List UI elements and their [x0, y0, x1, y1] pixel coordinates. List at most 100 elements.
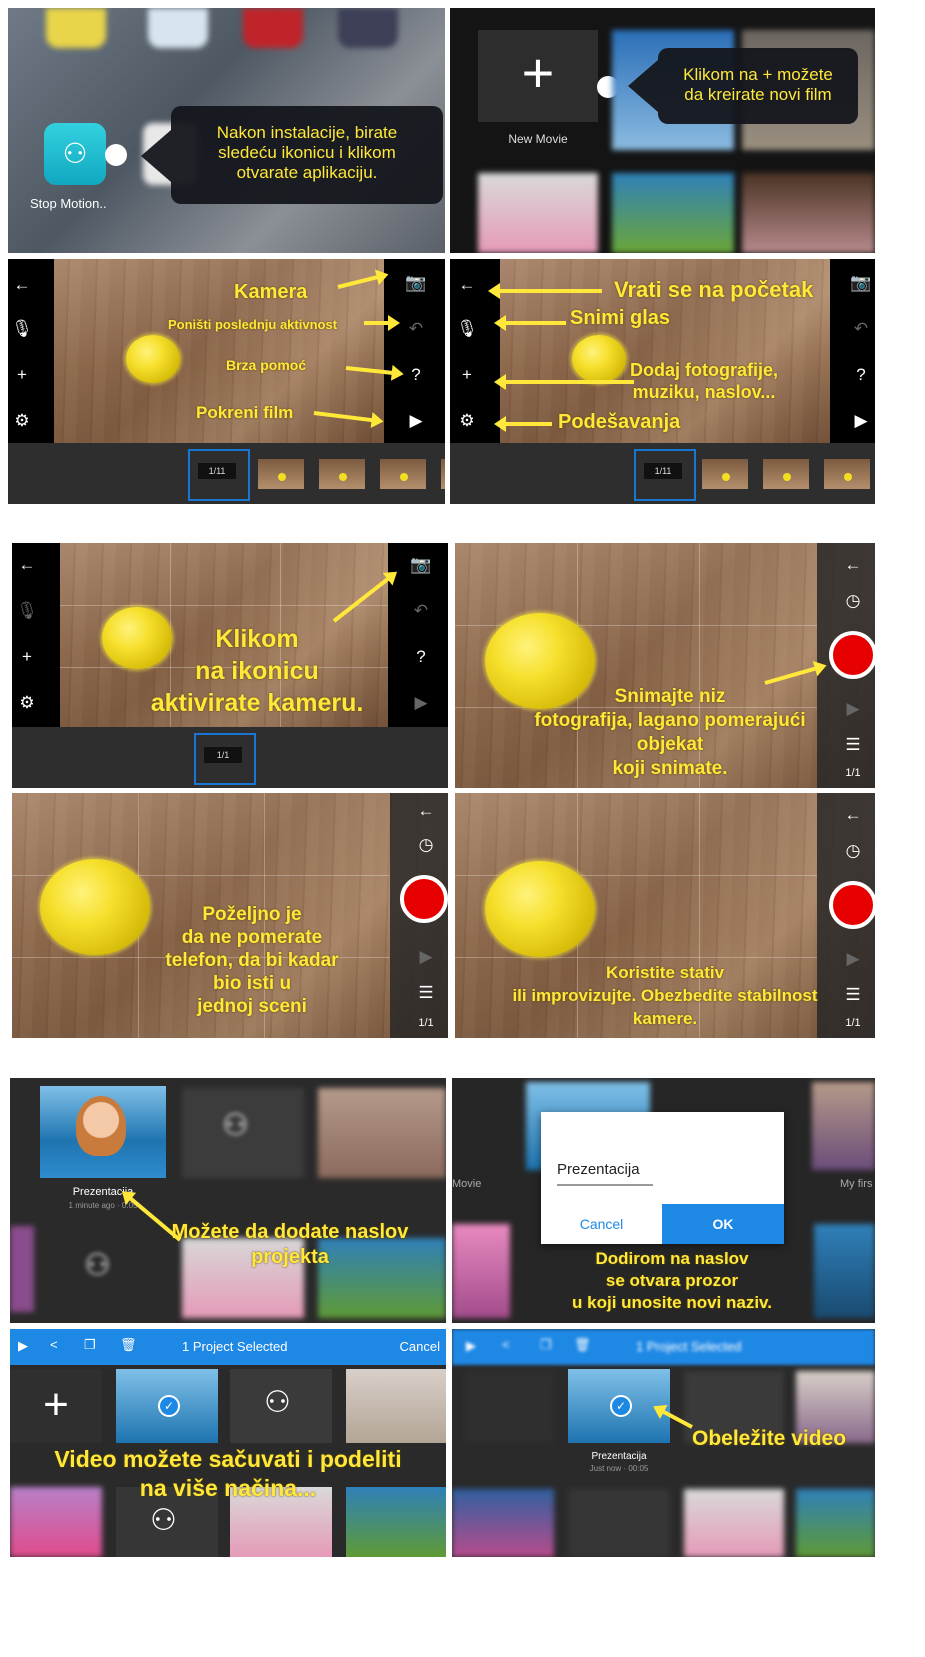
microphone-icon[interactable]: 🎙 [453, 315, 481, 343]
side-label-right: My firs [840, 1178, 873, 1190]
sliders-icon[interactable]: ☰ [412, 979, 440, 1007]
panel-keep-phone-still: ← ◷ ▶ ☰ 1/1 Poželjno je da ne pomerate t… [12, 793, 448, 1038]
new-movie-tile[interactable]: + [478, 30, 598, 122]
undo-icon[interactable]: ↶ [402, 315, 430, 343]
trash-icon[interactable]: 🗑 [120, 1337, 137, 1353]
play-icon[interactable]: ▶ [412, 943, 440, 971]
sliders-icon[interactable]: ☰ [839, 731, 867, 759]
duplicate-icon[interactable]: ❐ [540, 1337, 552, 1353]
panel-editor-left-icons: ← 🎙 + ⚙ 📷 ↶ ? ▶ Vrati se na početak Snim… [450, 259, 875, 504]
project-meta: 1 minute ago · 0:05 [68, 1201, 138, 1210]
share-video-text: Video možete sačuvati i podeliti na više… [54, 1446, 402, 1501]
selected-project-thumbnail[interactable]: ✓ [116, 1369, 218, 1443]
help-icon[interactable]: ? [402, 361, 430, 389]
cancel-selection-button[interactable]: Cancel [400, 1339, 440, 1354]
person-avatar [76, 1096, 126, 1156]
microphone-icon[interactable]: 🎙 [13, 597, 41, 625]
undo-label: Poništi poslednju aktivnost [168, 317, 338, 332]
frame-thumbnail[interactable] [319, 459, 365, 489]
project-tile[interactable]: ⚇ [230, 1369, 332, 1443]
tooltip-pointer [628, 60, 658, 112]
camera-icon[interactable]: 📷 [847, 269, 875, 297]
back-arrow-icon[interactable]: ← [839, 801, 867, 829]
record-button[interactable] [829, 881, 875, 929]
add-icon[interactable]: + [13, 643, 41, 671]
frame-thumbnail[interactable] [380, 459, 426, 489]
gear-icon[interactable]: ⚙ [8, 407, 36, 435]
play-icon[interactable]: ▶ [466, 1338, 476, 1354]
project-tile[interactable] [346, 1369, 446, 1443]
install-tooltip-text: Nakon instalacije, birate sledeću ikonic… [216, 123, 398, 182]
gear-icon[interactable]: ⚙ [13, 689, 41, 717]
add-icon[interactable]: + [453, 361, 481, 389]
play-icon[interactable]: ▶ [407, 689, 435, 717]
new-movie-tile[interactable]: + [10, 1369, 102, 1443]
project-title: Prezentacija [591, 1451, 647, 1462]
voice-arrow-pointer [494, 315, 566, 331]
use-tripod-text: Koristite stativ ili improvizujte. Obezb… [512, 963, 818, 1028]
new-movie-tile[interactable] [464, 1371, 554, 1443]
blurred-tile-3 [452, 1489, 554, 1557]
timer-icon[interactable]: ◷ [412, 831, 440, 859]
dialog-cancel-button[interactable]: Cancel [541, 1204, 662, 1244]
back-arrow-icon[interactable]: ← [412, 797, 440, 825]
dialog-ok-button[interactable]: OK [662, 1204, 784, 1244]
panel-select-video: ▶ < ❐ 🗑 1 Project Selected ✓ Prezentacij… [452, 1329, 875, 1557]
selection-title: 1 Project Selected [636, 1339, 742, 1354]
panel-rename-dialog: Movie My firs Prezentacija Cancel OK Dod… [452, 1078, 875, 1323]
help-icon[interactable]: ? [407, 643, 435, 671]
share-icon[interactable]: < [50, 1337, 58, 1352]
trash-icon[interactable]: 🗑 [574, 1337, 591, 1353]
project-title[interactable]: Prezentacija [40, 1186, 166, 1198]
play-icon[interactable]: ▶ [18, 1338, 28, 1354]
stop-motion-app-icon[interactable]: ⚇ [44, 123, 106, 185]
project-meta: Just now · 00:05 [589, 1464, 649, 1473]
pompom-object [485, 861, 595, 957]
frame-thumbnail[interactable] [441, 459, 445, 489]
pompom-object [126, 335, 180, 383]
duplicate-icon[interactable]: ❐ [84, 1337, 96, 1353]
record-button[interactable] [829, 631, 875, 679]
camera-icon[interactable]: 📷 [407, 551, 435, 579]
play-icon[interactable]: ▶ [839, 695, 867, 723]
panel-new-movie: + New Movie Klikom na + možete da kreira… [450, 8, 875, 253]
blurred-tile-5 [684, 1489, 784, 1557]
plus-icon: + [43, 1380, 69, 1429]
timer-icon[interactable]: ◷ [839, 587, 867, 615]
share-icon[interactable]: < [502, 1337, 510, 1352]
frame-strip: 1/11 [8, 443, 445, 504]
undo-arrow [364, 315, 400, 331]
project-thumbnail[interactable] [40, 1086, 166, 1178]
play-icon[interactable]: ▶ [847, 407, 875, 435]
selected-frame[interactable]: 1/11 [188, 449, 250, 501]
frame-thumbnail[interactable] [258, 459, 304, 489]
frame-thumbnail[interactable] [763, 459, 809, 489]
camera-icon[interactable]: 📷 [402, 269, 430, 297]
back-arrow-icon[interactable]: ← [453, 271, 481, 299]
microphone-icon[interactable]: 🎙 [8, 315, 36, 343]
app-label: Stop Motion.. [30, 196, 107, 211]
help-label: Brza pomoć [226, 357, 307, 373]
title-input[interactable]: Prezentacija [557, 1158, 653, 1186]
back-arrow-icon[interactable]: ← [8, 271, 36, 299]
back-arrow-icon[interactable]: ← [839, 551, 867, 579]
frame-count: 1/1 [845, 767, 861, 779]
play-icon[interactable]: ▶ [402, 407, 430, 435]
selected-frame[interactable]: 1/11 [634, 449, 696, 501]
undo-icon[interactable]: ↶ [847, 315, 875, 343]
settings-arrow-pointer [494, 416, 552, 432]
blurred-tile-2 [318, 1088, 446, 1178]
gear-icon[interactable]: ⚙ [453, 407, 481, 435]
add-icon[interactable]: + [8, 361, 36, 389]
movie-camera-icon: ⚇ [264, 1386, 291, 1419]
help-icon[interactable]: ? [847, 361, 875, 389]
timer-icon[interactable]: ◷ [839, 837, 867, 865]
undo-icon[interactable]: ↶ [407, 597, 435, 625]
selected-frame[interactable]: 1/1 [194, 733, 256, 785]
blurred-app-icon-2 [148, 8, 208, 48]
record-button[interactable] [400, 875, 448, 923]
frame-thumbnail[interactable] [824, 459, 870, 489]
frame-thumbnail[interactable] [702, 459, 748, 489]
frame-strip: 1/1 [12, 727, 448, 788]
back-arrow-icon[interactable]: ← [13, 551, 41, 579]
